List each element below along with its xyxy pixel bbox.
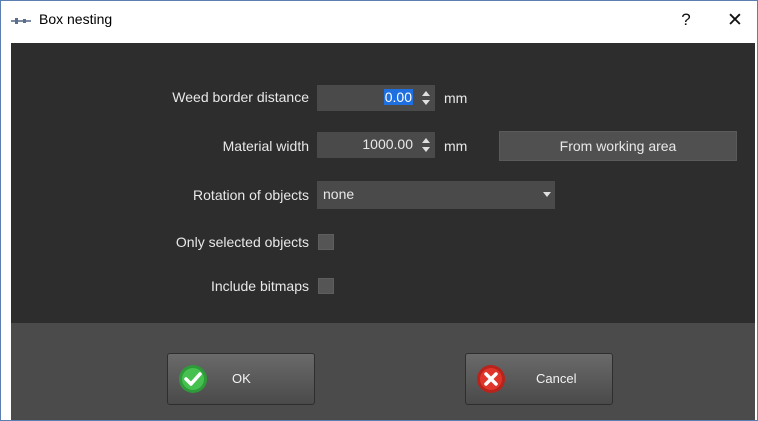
weed-border-label: Weed border distance (172, 89, 309, 105)
from-working-area-button[interactable]: From working area (499, 131, 737, 161)
chevron-down-icon (543, 192, 551, 197)
rotation-value: none (323, 186, 355, 202)
box-nesting-dialog: Box nesting ? ✕ Weed border distance 0.0… (0, 0, 758, 421)
material-width-unit: mm (444, 138, 468, 154)
rotation-dropdown[interactable]: none (317, 181, 555, 209)
spin-arrows-icon[interactable] (421, 135, 431, 155)
app-logo-icon (11, 18, 31, 24)
weed-border-unit: mm (444, 90, 468, 106)
material-width-spinbox[interactable]: 1000.00 (317, 132, 435, 158)
red-x-icon (477, 365, 505, 393)
only-selected-checkbox[interactable] (318, 234, 334, 250)
ok-button[interactable]: OK (167, 353, 315, 405)
green-checkmark-icon (179, 365, 207, 393)
only-selected-label: Only selected objects (175, 234, 309, 250)
spin-arrows-icon[interactable] (421, 88, 431, 108)
cancel-button[interactable]: Cancel (465, 353, 613, 405)
weed-border-spinbox[interactable]: 0.00 (317, 85, 435, 111)
material-width-value[interactable]: 1000.00 (362, 136, 413, 152)
include-bitmaps-checkbox[interactable] (318, 278, 334, 294)
dialog-body: Weed border distance 0.00 mm Material wi… (11, 43, 755, 323)
include-bitmaps-label: Include bitmaps (210, 278, 309, 294)
weed-border-value[interactable]: 0.00 (383, 89, 413, 105)
cancel-label: Cancel (536, 371, 577, 386)
window-title: Box nesting (39, 11, 113, 27)
material-width-label: Material width (222, 138, 309, 154)
rotation-label: Rotation of objects (193, 187, 309, 203)
close-button[interactable]: ✕ (713, 1, 757, 39)
dialog-footer: OK Cancel (11, 323, 755, 420)
title-bar: Box nesting ? ✕ (1, 1, 757, 39)
ok-label: OK (232, 371, 251, 386)
help-button[interactable]: ? (663, 1, 709, 39)
